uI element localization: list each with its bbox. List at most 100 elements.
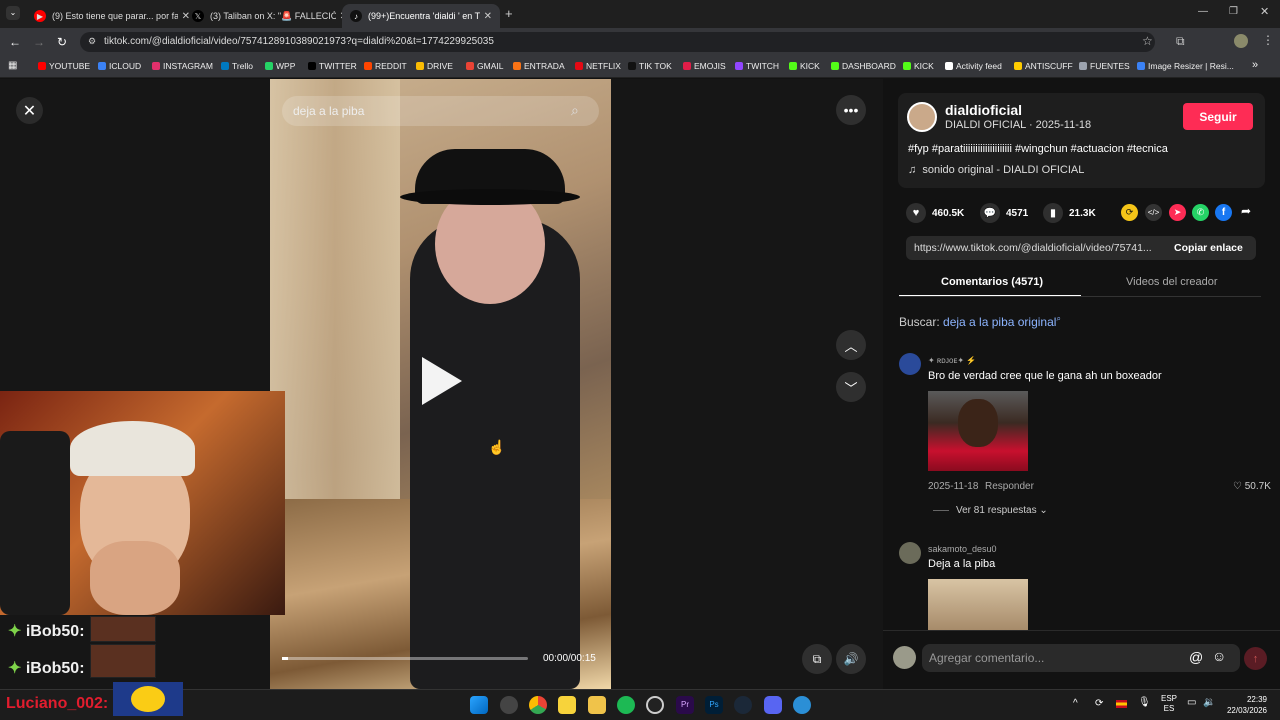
start-icon[interactable] [470,696,488,714]
profile-avatar[interactable] [1234,34,1248,48]
embed-icon[interactable]: </> [1145,204,1162,221]
back-icon[interactable]: ← [9,35,21,49]
extensions-icon[interactable]: ⧉ [1176,34,1185,49]
bookmark-item[interactable]: FUENTES [1079,61,1130,71]
apps-icon[interactable]: ▦ [8,60,17,71]
bookmark-item[interactable]: GMAIL [466,61,503,71]
commenter-avatar[interactable] [899,353,921,375]
view-replies-button[interactable]: Ver 81 respuestas ⌄ [956,505,1048,516]
previous-video-button[interactable]: ︿ [836,330,866,360]
picture-in-picture-button[interactable]: ⧉ [802,644,832,674]
mention-icon[interactable]: @ [1189,649,1203,665]
send-icon[interactable]: ➤ [1169,204,1186,221]
share-icon[interactable]: ➦ [1241,204,1251,218]
close-video-button[interactable]: ✕ [16,97,43,124]
tab-youtube[interactable]: ▶ (9) Esto tiene que parar... por fa ✕ [26,4,198,28]
tab-videos[interactable]: Videos del creador [1126,276,1218,288]
forward-icon[interactable]: → [33,35,45,49]
commenter-avatar[interactable] [899,542,921,564]
bookmark-item[interactable]: Trello [221,61,253,71]
tray-chevron-icon[interactable]: ^ [1073,698,1078,709]
post-comment-button[interactable]: ↑ [1244,647,1267,670]
reply-button[interactable]: Responder [985,481,1034,492]
comment-image[interactable] [928,391,1028,471]
comment-like[interactable]: ♡ 50.7K [1233,481,1271,492]
save-button[interactable]: ▮ 21.3K [1043,203,1096,223]
bookmark-item[interactable]: EMOJIS [683,61,726,71]
search-icon[interactable]: ⌕ [571,102,579,119]
chrome-icon[interactable] [529,696,547,714]
whatsapp-icon[interactable]: ✆ [1192,204,1209,221]
bookmark-item[interactable]: DRIVE [416,61,453,71]
photoshop-icon[interactable]: Ps [705,696,723,714]
bookmark-item[interactable]: NETFLIX [575,61,621,71]
minimize-button[interactable]: — [1198,6,1208,17]
volume-tray-icon[interactable]: 🔉 [1203,697,1215,708]
settings-icon[interactable] [500,696,518,714]
bookmark-item[interactable]: KICK [903,61,934,71]
bookmark-item[interactable]: TIK TOK [628,61,672,71]
notes-icon[interactable] [558,696,576,714]
tab-search-button[interactable]: ⌄ [6,6,20,20]
new-tab-button[interactable]: + [505,6,513,21]
window-close-button[interactable]: ✕ [1260,5,1269,18]
folder-icon[interactable] [588,696,606,714]
tray-sync-icon[interactable]: ⟳ [1095,698,1103,709]
volume-button[interactable]: 🔊 [836,644,866,674]
bookmark-item[interactable]: Activity feed [945,61,1002,71]
tray-mic-icon[interactable]: 🎙 [1138,697,1151,708]
bookmark-item[interactable]: TWITTER [308,61,357,71]
play-icon[interactable] [422,357,462,405]
comment-user[interactable]: sakamoto_desu0 [928,544,997,554]
emoji-icon[interactable]: ☺ [1212,648,1226,664]
comment-button[interactable]: 💬 4571 [980,203,1028,223]
bookmark-item[interactable]: YOUTUBE [38,61,90,71]
close-icon[interactable]: ✕ [484,11,492,22]
bookmark-item[interactable]: WPP [265,61,295,71]
more-bookmarks-icon[interactable]: » [1252,59,1258,71]
bookmark-star-icon[interactable]: ☆ [1142,34,1153,48]
copy-link-button[interactable]: Copiar enlace [1174,242,1243,254]
bookmark-item[interactable]: Image Resizer | Resi... [1137,61,1234,71]
bookmark-item[interactable]: ENTRADA [513,61,565,71]
premiere-icon[interactable]: Pr [676,696,694,714]
tray-flag-icon[interactable] [1116,700,1127,708]
bookmark-item[interactable]: REDDIT [364,61,407,71]
username[interactable]: dialdioficial [945,102,1022,118]
network-icon[interactable]: ▭ [1187,697,1196,708]
menu-icon[interactable]: ⋮ [1262,33,1274,47]
bookmark-item[interactable]: ANTISCUFF [1014,61,1073,71]
steam-icon[interactable] [734,696,752,714]
bookmark-item[interactable]: DASHBOARD [831,61,896,71]
more-options-button[interactable]: ••• [836,95,866,125]
language-indicator[interactable]: ESP ES [1161,694,1177,714]
like-button[interactable]: ♥ 460.5K [906,203,964,223]
avatar[interactable] [907,102,937,132]
clock[interactable]: 22:39 22/03/2026 [1225,694,1267,716]
bookmark-item[interactable]: TWITCH [735,61,779,71]
obs-icon[interactable] [646,696,664,714]
reload-icon[interactable]: ↻ [57,35,67,49]
facebook-icon[interactable]: f [1215,204,1232,221]
spotify-icon[interactable] [617,696,635,714]
comment-image[interactable] [928,579,1028,630]
discord-icon[interactable] [764,696,782,714]
tab-x[interactable]: 𝕏(3) Taliban on X: "🚨 FALLECIÓ✕ [184,4,356,28]
bookmark-item[interactable]: INSTAGRAM [152,61,213,71]
comment-user[interactable]: ✦ ʀᴅᴊᴏᴇ✦ ⚡ [928,356,976,365]
next-video-button[interactable]: ﹀ [836,372,866,402]
search-suggestion[interactable]: Buscar: deja a la piba original⌕ [899,314,1061,329]
video-search-box[interactable]: deja a la piba [282,96,599,126]
tab-tiktok[interactable]: ♪ (99+)Encuentra 'dialdi ' en TikTok ✕ [342,4,500,28]
sound-row[interactable]: ♫ sonido original - DIALDI OFICIAL [908,164,1084,176]
ccleaner-icon[interactable] [793,696,811,714]
maximize-button[interactable]: ❐ [1229,6,1238,17]
repost-icon[interactable]: ⟳ [1121,204,1138,221]
progress-track[interactable] [282,657,528,660]
site-info-icon[interactable]: ⚙ [88,36,96,47]
bookmark-item[interactable]: KICK [789,61,820,71]
tab-comments[interactable]: Comentarios (4571) [941,276,1043,288]
link-text[interactable]: https://www.tiktok.com/@dialdioficial/vi… [914,242,1152,254]
bookmark-item[interactable]: ICLOUD [98,61,141,71]
follow-button[interactable]: Seguir [1183,103,1253,130]
